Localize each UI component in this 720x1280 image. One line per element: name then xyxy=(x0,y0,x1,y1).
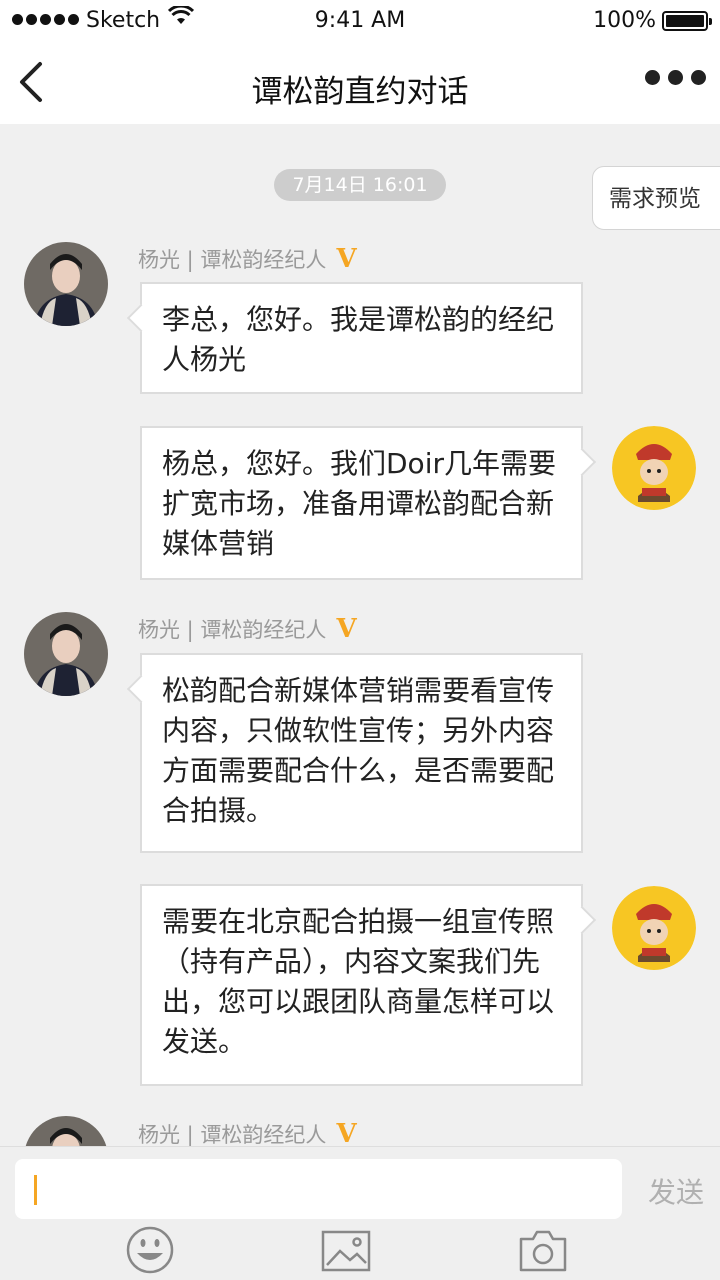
message-bubble: 李总，您好。我是谭松韵的经纪人杨光 xyxy=(140,282,583,394)
sender-label: 杨光 | 谭松韵经纪人 xyxy=(138,618,327,642)
agent-avatar[interactable] xyxy=(24,612,108,696)
camera-icon[interactable] xyxy=(517,1225,569,1275)
sender-name: 杨光 | 谭松韵经纪人 V xyxy=(138,244,357,274)
requirement-preview-button[interactable]: 需求预览 xyxy=(592,166,720,230)
sender-label: 杨光 | 谭松韵经纪人 xyxy=(138,1123,327,1146)
verified-badge: V xyxy=(336,614,357,644)
nav-bar: 谭松韵直约对话 xyxy=(0,42,720,124)
user-avatar[interactable] xyxy=(612,886,696,970)
message-timestamp: 7月14日 16:01 xyxy=(274,169,446,201)
message-bubble: 杨总，您好。我们Doir几年需要扩宽市场，准备用谭松韵配合新媒体营销 xyxy=(140,426,583,580)
emoji-icon[interactable] xyxy=(124,1225,176,1275)
sender-name: 杨光 | 谭松韵经纪人 V xyxy=(138,1119,357,1146)
image-icon[interactable] xyxy=(320,1225,372,1275)
message-bubble: 松韵配合新媒体营销需要看宣传内容，只做软性宣传；另外内容方面需要配合什么，是否需… xyxy=(140,653,583,853)
battery-percent: 100% xyxy=(593,8,656,33)
page-title: 谭松韵直约对话 xyxy=(251,74,469,110)
verified-badge: V xyxy=(336,244,357,274)
verified-badge: V xyxy=(336,1119,357,1146)
message-input[interactable] xyxy=(15,1159,622,1219)
agent-avatar[interactable] xyxy=(24,242,108,326)
user-avatar[interactable] xyxy=(612,426,696,510)
more-options-icon[interactable] xyxy=(645,70,706,85)
status-bar: Sketch 9:41 AM 100% xyxy=(0,0,720,42)
sender-label: 杨光 | 谭松韵经纪人 xyxy=(138,248,327,272)
message-composer: 发送 xyxy=(0,1146,720,1280)
sender-name: 杨光 | 谭松韵经纪人 V xyxy=(138,614,357,644)
text-caret xyxy=(34,1175,37,1205)
message-bubble: 需要在北京配合拍摄一组宣传照（持有产品），内容文案我们先出，您可以跟团队商量怎样… xyxy=(140,884,583,1086)
agent-avatar[interactable] xyxy=(24,1116,108,1146)
chat-area[interactable]: 7月14日 16:01 需求预览 杨光 | 谭松韵经纪人 V 李总，您好。我是谭… xyxy=(0,124,720,1146)
battery-icon xyxy=(662,11,712,31)
send-button[interactable]: 发送 xyxy=(648,1171,704,1211)
